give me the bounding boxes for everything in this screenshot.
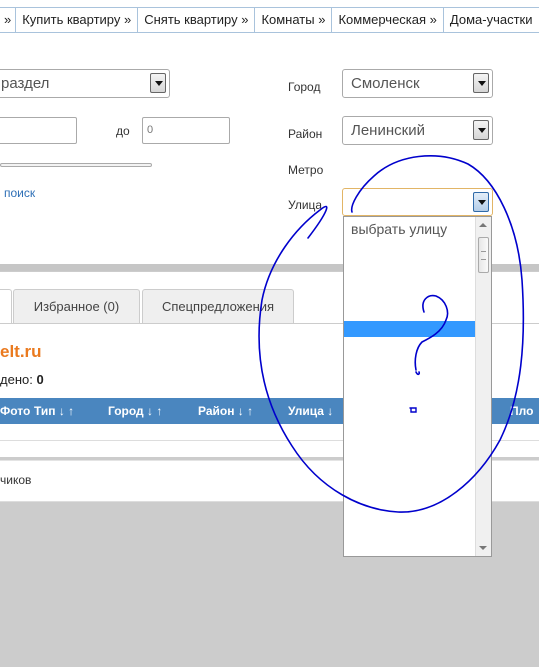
- nav-item-prev[interactable]: »: [0, 8, 17, 32]
- site-name: elt.ru: [0, 342, 42, 361]
- price-to-input[interactable]: 0: [142, 117, 230, 144]
- tab-special-offers[interactable]: Спецпредложения: [142, 289, 294, 323]
- street-select[interactable]: [342, 188, 493, 216]
- city-label: Город: [288, 80, 321, 94]
- metro-label: Метро: [288, 163, 324, 177]
- nav-item-rent-apartment[interactable]: Снять квартиру »: [138, 8, 256, 32]
- results-found: дено: 0: [0, 372, 44, 387]
- found-label: дено:: [0, 372, 33, 387]
- scrollbar-thumb[interactable]: [478, 237, 489, 273]
- section-select[interactable]: раздел: [0, 69, 170, 98]
- top-navigation: » Купить квартиру » Снять квартиру » Ком…: [0, 0, 539, 35]
- category-nav: » Купить квартиру » Снять квартиру » Ком…: [0, 7, 539, 33]
- scroll-down-icon[interactable]: [479, 546, 487, 550]
- district-select[interactable]: Ленинский: [342, 116, 493, 145]
- chevron-down-icon: [473, 192, 489, 212]
- price-slider[interactable]: [0, 163, 152, 167]
- column-photo: Фото: [0, 404, 31, 418]
- advanced-search-link[interactable]: поиск: [4, 186, 35, 200]
- street-label: Улица: [288, 198, 323, 212]
- nav-item-houses-plots[interactable]: Дома-участки: [444, 8, 539, 32]
- section-select-value: раздел: [1, 75, 50, 92]
- found-count: 0: [36, 372, 44, 387]
- street-dropdown-list[interactable]: выбрать улицу: [343, 216, 492, 557]
- nav-item-buy-apartment[interactable]: Купить квартиру »: [16, 8, 139, 32]
- tab-favorites[interactable]: Избранное (0): [13, 289, 140, 323]
- street-option-placeholder[interactable]: выбрать улицу: [344, 220, 475, 238]
- street-option-highlighted[interactable]: [344, 321, 475, 337]
- column-area[interactable]: Пло: [510, 398, 533, 424]
- footer-text: чиков: [0, 473, 32, 487]
- city-select-value: Смоленск: [351, 75, 420, 92]
- nav-item-commercial[interactable]: Коммерческая »: [332, 8, 444, 32]
- dropdown-scrollbar[interactable]: [475, 217, 491, 556]
- chevron-down-icon: [473, 120, 489, 140]
- chevron-down-icon: [150, 73, 166, 93]
- price-to-value: 0: [147, 124, 154, 136]
- district-label: Район: [288, 127, 323, 141]
- city-select[interactable]: Смоленск: [342, 69, 493, 98]
- column-type[interactable]: Тип ↓ ↑: [34, 398, 74, 424]
- chevron-down-icon: [473, 73, 489, 93]
- column-city[interactable]: Город ↓ ↑: [108, 398, 162, 424]
- column-district[interactable]: Район ↓ ↑: [198, 398, 253, 424]
- column-street[interactable]: Улица ↓: [288, 398, 333, 424]
- price-to-label: до: [116, 124, 130, 138]
- price-from-input[interactable]: [0, 117, 77, 144]
- district-select-value: Ленинский: [351, 122, 425, 139]
- tab-results[interactable]: [0, 289, 12, 323]
- nav-item-rooms[interactable]: Комнаты »: [255, 8, 333, 32]
- scroll-up-icon[interactable]: [479, 223, 487, 227]
